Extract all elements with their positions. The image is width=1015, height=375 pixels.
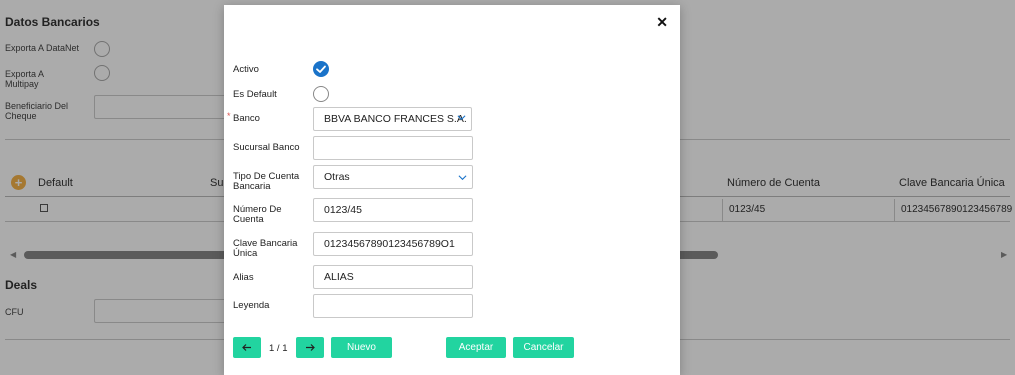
es-default-checkbox[interactable] (313, 86, 329, 102)
leyenda-input[interactable] (313, 294, 473, 318)
arrow-right-icon (306, 344, 315, 351)
clave-bancaria-label: Clave Bancaria Única (233, 238, 298, 259)
required-marker: * (227, 111, 231, 121)
es-default-label: Es Default (233, 89, 277, 100)
tipo-cuenta-select[interactable]: Otras (313, 165, 473, 189)
sucursal-input[interactable] (313, 136, 473, 160)
banco-value: BBVA BANCO FRANCES S.A. (324, 113, 467, 125)
alias-input[interactable]: ALIAS (313, 265, 473, 289)
numero-cuenta-label: Número De Cuenta (233, 204, 282, 225)
tipo-cuenta-value: Otras (324, 171, 350, 183)
sucursal-label: Sucursal Banco (233, 142, 300, 153)
prev-record-button[interactable] (233, 337, 261, 358)
close-icon[interactable]: ✕ (656, 15, 668, 29)
activo-label: Activo (233, 64, 259, 75)
clave-bancaria-input[interactable]: 01234567890123456789O1 (313, 232, 473, 256)
pager-text: 1 / 1 (269, 343, 288, 354)
numero-cuenta-input[interactable]: 0123/45 (313, 198, 473, 222)
aceptar-button[interactable]: Aceptar (446, 337, 506, 358)
bank-account-modal: ✕ Activo Es Default * Banco BBVA BANCO F… (224, 5, 680, 375)
banco-label: Banco (233, 113, 260, 124)
arrow-left-icon (242, 344, 251, 351)
next-record-button[interactable] (296, 337, 324, 358)
tipo-cuenta-label: Tipo De Cuenta Bancaria (233, 171, 300, 192)
chevron-down-icon (458, 175, 467, 181)
banco-select[interactable]: BBVA BANCO FRANCES S.A. (313, 107, 472, 131)
activo-checkbox[interactable] (313, 61, 329, 77)
nuevo-button[interactable]: Nuevo (331, 337, 392, 358)
alias-label: Alias (233, 272, 254, 283)
cancelar-button[interactable]: Cancelar (513, 337, 574, 358)
chevron-down-icon (457, 115, 466, 121)
leyenda-label: Leyenda (233, 300, 270, 311)
checkmark-icon (316, 65, 326, 73)
